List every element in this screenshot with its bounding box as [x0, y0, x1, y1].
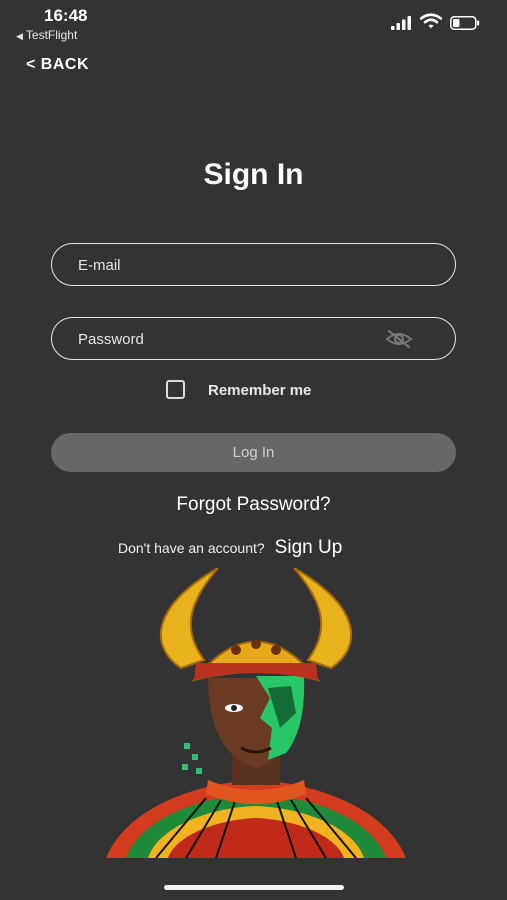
remember-me-checkbox[interactable] [166, 380, 185, 399]
status-time: 16:48 [44, 6, 88, 25]
battery-icon [450, 16, 480, 30]
home-indicator[interactable] [164, 885, 344, 890]
wifi-icon [420, 13, 442, 29]
password-field[interactable] [51, 317, 456, 360]
signup-row: Don't have an account? Sign Up [118, 537, 342, 559]
back-to-app-link[interactable]: ◀ TestFlight [16, 28, 77, 42]
warrior-illustration [106, 568, 406, 859]
remember-me-label: Remember me [208, 382, 312, 399]
cellular-signal-icon [391, 16, 411, 30]
no-account-text: Don't have an account? [118, 540, 265, 556]
email-input[interactable] [76, 244, 380, 286]
password-input[interactable] [76, 318, 380, 360]
forgot-password-link[interactable]: Forgot Password? [0, 494, 507, 516]
signup-link[interactable]: Sign Up [275, 537, 343, 558]
status-bar: 16:48 ◀ TestFlight [0, 0, 507, 46]
eye-slash-icon[interactable] [385, 329, 413, 349]
page-title: Sign In [203, 158, 304, 191]
email-field[interactable] [51, 243, 456, 286]
login-button[interactable]: Log In [51, 433, 456, 472]
back-button[interactable]: < BACK [26, 56, 89, 74]
back-app-label: TestFlight [25, 28, 78, 42]
back-triangle-icon: ◀ [16, 31, 23, 41]
